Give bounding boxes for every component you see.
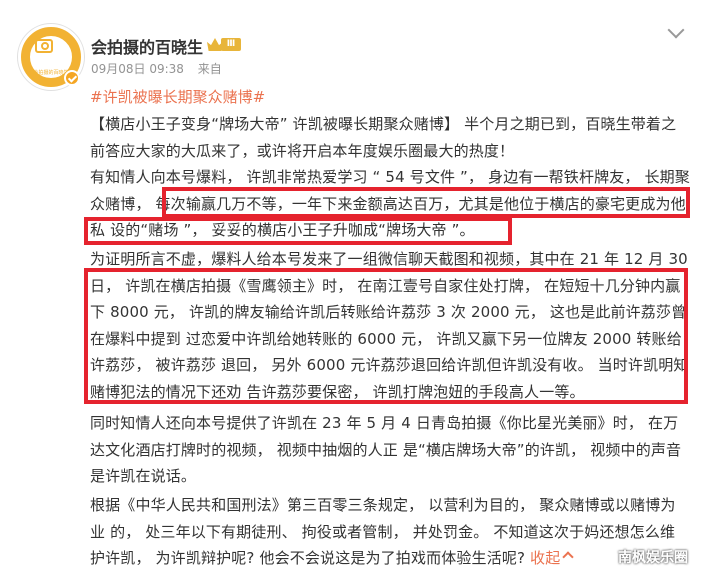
post-source: 来自	[197, 62, 222, 76]
camera-lens-icon	[41, 42, 49, 50]
chevron-down-icon[interactable]	[667, 21, 685, 39]
post-paragraph-1: 【横店小王子变身“牌场大帝” 许凯被曝长期聚众赌博】 半个月之期已到，百晓生带着…	[90, 115, 677, 160]
post-paragraph-4: 同时知情人还向本号提供了许凯在 23 年 5 月 4 日青岛拍摄《你比星光美丽》…	[90, 414, 682, 485]
post-paragraph-5-text: 根据《中华人民共和国刑法》第三百零三条规定， 以营利为目的， 聚众赌博或以赌博为…	[90, 496, 676, 567]
vip-level: Ⅲ	[221, 38, 241, 51]
author-name[interactable]: 会拍摄的百晓生	[91, 34, 203, 58]
verified-icon	[64, 70, 80, 86]
collapse-label: 收起	[530, 549, 561, 567]
vip-badge[interactable]: Ⅲ	[207, 36, 241, 53]
post-paragraph-5: 根据《中华人民共和国刑法》第三百零三条规定， 以营利为目的， 聚众赌博或以赌博为…	[90, 492, 690, 572]
collapse-button[interactable]: 收起	[530, 549, 575, 567]
chevron-up-icon	[562, 551, 575, 563]
post-meta: 09月08日 09:38 来自	[91, 60, 232, 77]
post-date: 09月08日 09:38	[91, 62, 184, 76]
topic-link[interactable]: #许凯被曝长期聚众赌博#	[90, 86, 265, 107]
post-paragraph-2: 有知情人向本号爆料， 许凯非常热爱学习 “ 54 号文件 ”， 身边有一帮铁杆牌…	[90, 168, 690, 239]
watermark: 南枫娱乐圈	[618, 550, 688, 566]
post-paragraph-3: 为证明所言不虚，爆料人给本号发来了一组微信聊天截图和视频，其中在 21 年 12…	[90, 250, 689, 401]
